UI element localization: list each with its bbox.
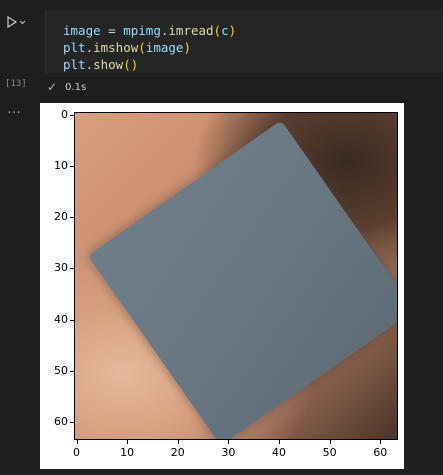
x-tick-label: 40: [272, 446, 287, 459]
code-token: mpimg: [123, 23, 161, 38]
more-icon[interactable]: …: [7, 101, 22, 117]
code-block[interactable]: image = mpimg.imread(c) plt.imshow(image)…: [63, 22, 236, 73]
x-tick-label: 60: [373, 446, 388, 459]
code-token: show: [93, 57, 124, 72]
code-token: imshow: [93, 40, 139, 55]
image-axes: [74, 112, 398, 440]
run-icon: [7, 15, 26, 29]
x-tick-label: 50: [322, 446, 337, 459]
code-token: image: [63, 23, 101, 38]
code-token: (: [213, 23, 222, 38]
execution-duration: 0.1s: [65, 81, 87, 93]
y-tick-label: 40: [54, 312, 68, 326]
code-token: c: [221, 23, 229, 38]
code-token: (): [123, 57, 139, 72]
y-tick-mark: [70, 217, 74, 219]
output-figure: 0 10 20 30 40 50 60 0 10 20 30 40 50 60: [40, 103, 404, 469]
x-tick-label: 10: [120, 446, 135, 459]
code-token: .: [85, 40, 94, 55]
check-icon: ✓: [47, 80, 58, 94]
cell-status: ✓ 0.1s: [47, 80, 86, 94]
code-token: imread: [168, 23, 214, 38]
execution-count: [13]: [5, 79, 27, 89]
x-tick-label: 20: [170, 446, 185, 459]
x-tick-mark: [228, 440, 230, 444]
code-token: (: [138, 40, 146, 55]
code-token: .: [85, 57, 94, 72]
y-tick-mark: [70, 319, 74, 321]
code-line: plt.show(): [63, 56, 236, 73]
x-tick-label: 0: [73, 446, 81, 459]
y-tick-mark: [70, 114, 74, 116]
x-tick-mark: [127, 440, 129, 444]
x-tick-label: 30: [221, 446, 236, 459]
x-tick-mark: [329, 440, 331, 444]
y-tick-label: 20: [54, 210, 68, 224]
code-token: plt: [63, 57, 86, 72]
x-tick-mark: [76, 440, 78, 444]
y-tick-label: 30: [54, 261, 68, 275]
y-tick-mark: [70, 370, 74, 372]
code-line: plt.imshow(image): [63, 39, 236, 56]
x-tick-mark: [177, 440, 179, 444]
y-tick-label: 10: [54, 158, 68, 172]
code-token: image: [145, 40, 184, 55]
code-cell-editor[interactable]: image = mpimg.imread(c) plt.imshow(image)…: [45, 10, 443, 73]
y-tick-mark: [70, 422, 74, 424]
code-token: plt: [63, 40, 86, 55]
y-tick-mark: [70, 268, 74, 270]
y-tick-mark: [70, 165, 74, 167]
code-token: =: [100, 23, 124, 38]
y-tick-label: 60: [54, 415, 68, 429]
code-line: image = mpimg.imread(c): [63, 22, 236, 39]
y-tick-label: 50: [54, 363, 68, 377]
code-token: ): [228, 23, 237, 38]
y-tick-label: 0: [61, 107, 68, 121]
code-token: ): [183, 40, 191, 55]
x-tick-mark: [279, 440, 281, 444]
run-cell-button[interactable]: [6, 12, 30, 32]
x-tick-mark: [380, 440, 382, 444]
